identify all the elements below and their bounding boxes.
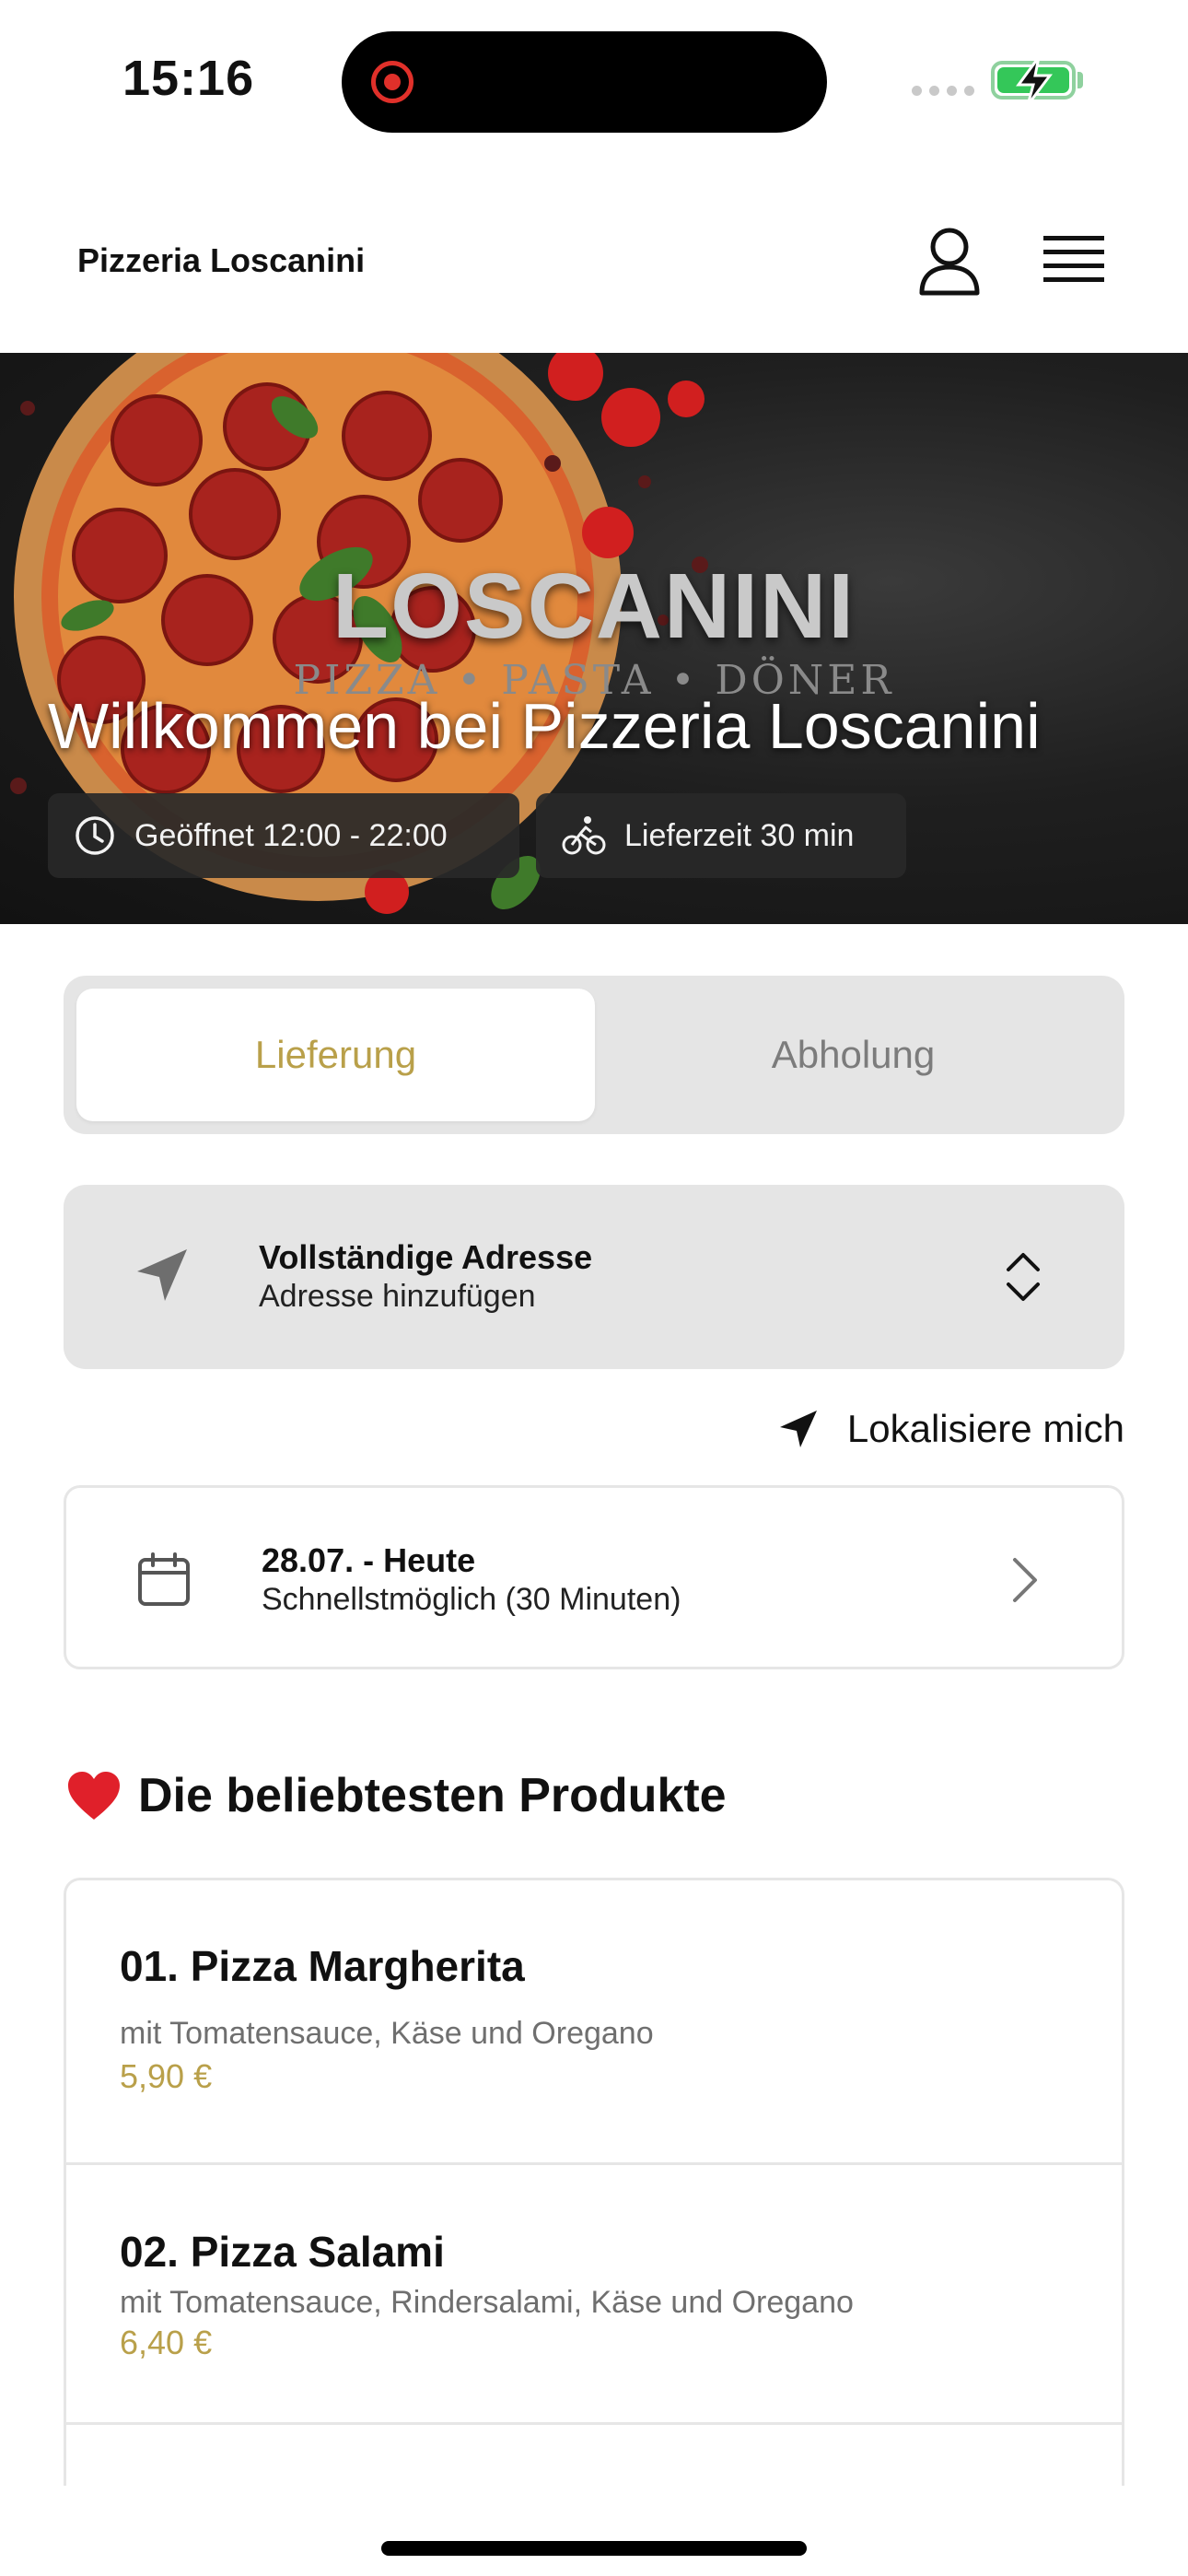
restaurant-name: Pizzeria Loscanini: [77, 241, 366, 279]
product-item[interactable]: [66, 2425, 1122, 2486]
delivery-time-selector[interactable]: 28.07. - Heute Schnellstmöglich (30 Minu…: [64, 1485, 1124, 1669]
product-item[interactable]: 02. Pizza Salami mit Tomatensauce, Rinde…: [66, 2165, 1122, 2425]
app-header: Pizzeria Loscanini: [0, 184, 1188, 353]
opening-hours-text: Geöffnet 12:00 - 22:00: [134, 817, 448, 853]
product-description: mit Tomatensauce, Käse und Oregano: [120, 2016, 654, 2051]
cellular-signal-icon: [912, 86, 974, 96]
selected-date: 28.07. - Heute: [262, 1541, 476, 1579]
hero-logo-text: LOSCANINI: [332, 555, 856, 658]
product-name: 01. Pizza Margherita: [120, 1942, 525, 1990]
home-indicator: [381, 2541, 807, 2556]
chevron-right-icon: [1013, 1558, 1037, 1602]
location-arrow-icon: [137, 1249, 187, 1301]
recording-indicator-icon: [371, 61, 413, 103]
product-price: 6,40 €: [120, 2324, 213, 2361]
status-bar: 15:16: [0, 0, 1188, 157]
product-item[interactable]: 01. Pizza Margherita mit Tomatensauce, K…: [66, 1880, 1122, 2165]
locate-me-label: Lokalisiere mich: [846, 1407, 1124, 1450]
calendar-icon: [138, 1552, 190, 1606]
product-list: 01. Pizza Margherita mit Tomatensauce, K…: [64, 1878, 1124, 2486]
address-placeholder: Adresse hinzufügen: [259, 1279, 536, 1314]
charging-bolt-icon: [1016, 56, 1053, 106]
heart-icon: [68, 1772, 120, 1820]
welcome-title: Willkommen bei Pizzeria Loscanini: [48, 690, 1041, 762]
selected-time: Schnellstmöglich (30 Minuten): [262, 1582, 681, 1617]
tab-pickup[interactable]: Abholung: [594, 989, 1112, 1121]
popular-products-title: Die beliebtesten Produkte: [138, 1769, 727, 1822]
status-time: 15:16: [122, 51, 255, 106]
address-title: Vollständige Adresse: [259, 1238, 593, 1276]
order-mode-switch: Lieferung Abholung: [64, 976, 1124, 1134]
delivery-time-text: Lieferzeit 30 min: [624, 817, 855, 853]
tab-delivery[interactable]: Lieferung: [76, 989, 595, 1121]
chevron-up-down-icon: [1007, 1253, 1040, 1301]
delivery-time-badge: Lieferzeit 30 min: [536, 793, 906, 878]
hero-banner: LOSCANINI PIZZA • PASTA • DÖNER Willkomm…: [0, 353, 1188, 924]
navigation-arrow-icon: [779, 1411, 817, 1447]
bicycle-icon: [562, 816, 606, 855]
menu-icon[interactable]: [1042, 232, 1106, 289]
address-selector[interactable]: Vollständige Adresse Adresse hinzufügen: [64, 1185, 1124, 1369]
clock-icon: [76, 816, 114, 855]
dynamic-island: [342, 31, 827, 133]
locate-me-button[interactable]: Lokalisiere mich: [751, 1400, 1124, 1458]
product-name: 02. Pizza Salami: [120, 2228, 445, 2276]
opening-hours-badge: Geöffnet 12:00 - 22:00: [48, 793, 519, 878]
popular-products-heading: Die beliebtesten Produkte: [66, 1763, 727, 1828]
user-icon[interactable]: [917, 227, 982, 297]
product-price: 5,90 €: [120, 2057, 213, 2095]
product-description: mit Tomatensauce, Rindersalami, Käse und…: [120, 2285, 854, 2320]
